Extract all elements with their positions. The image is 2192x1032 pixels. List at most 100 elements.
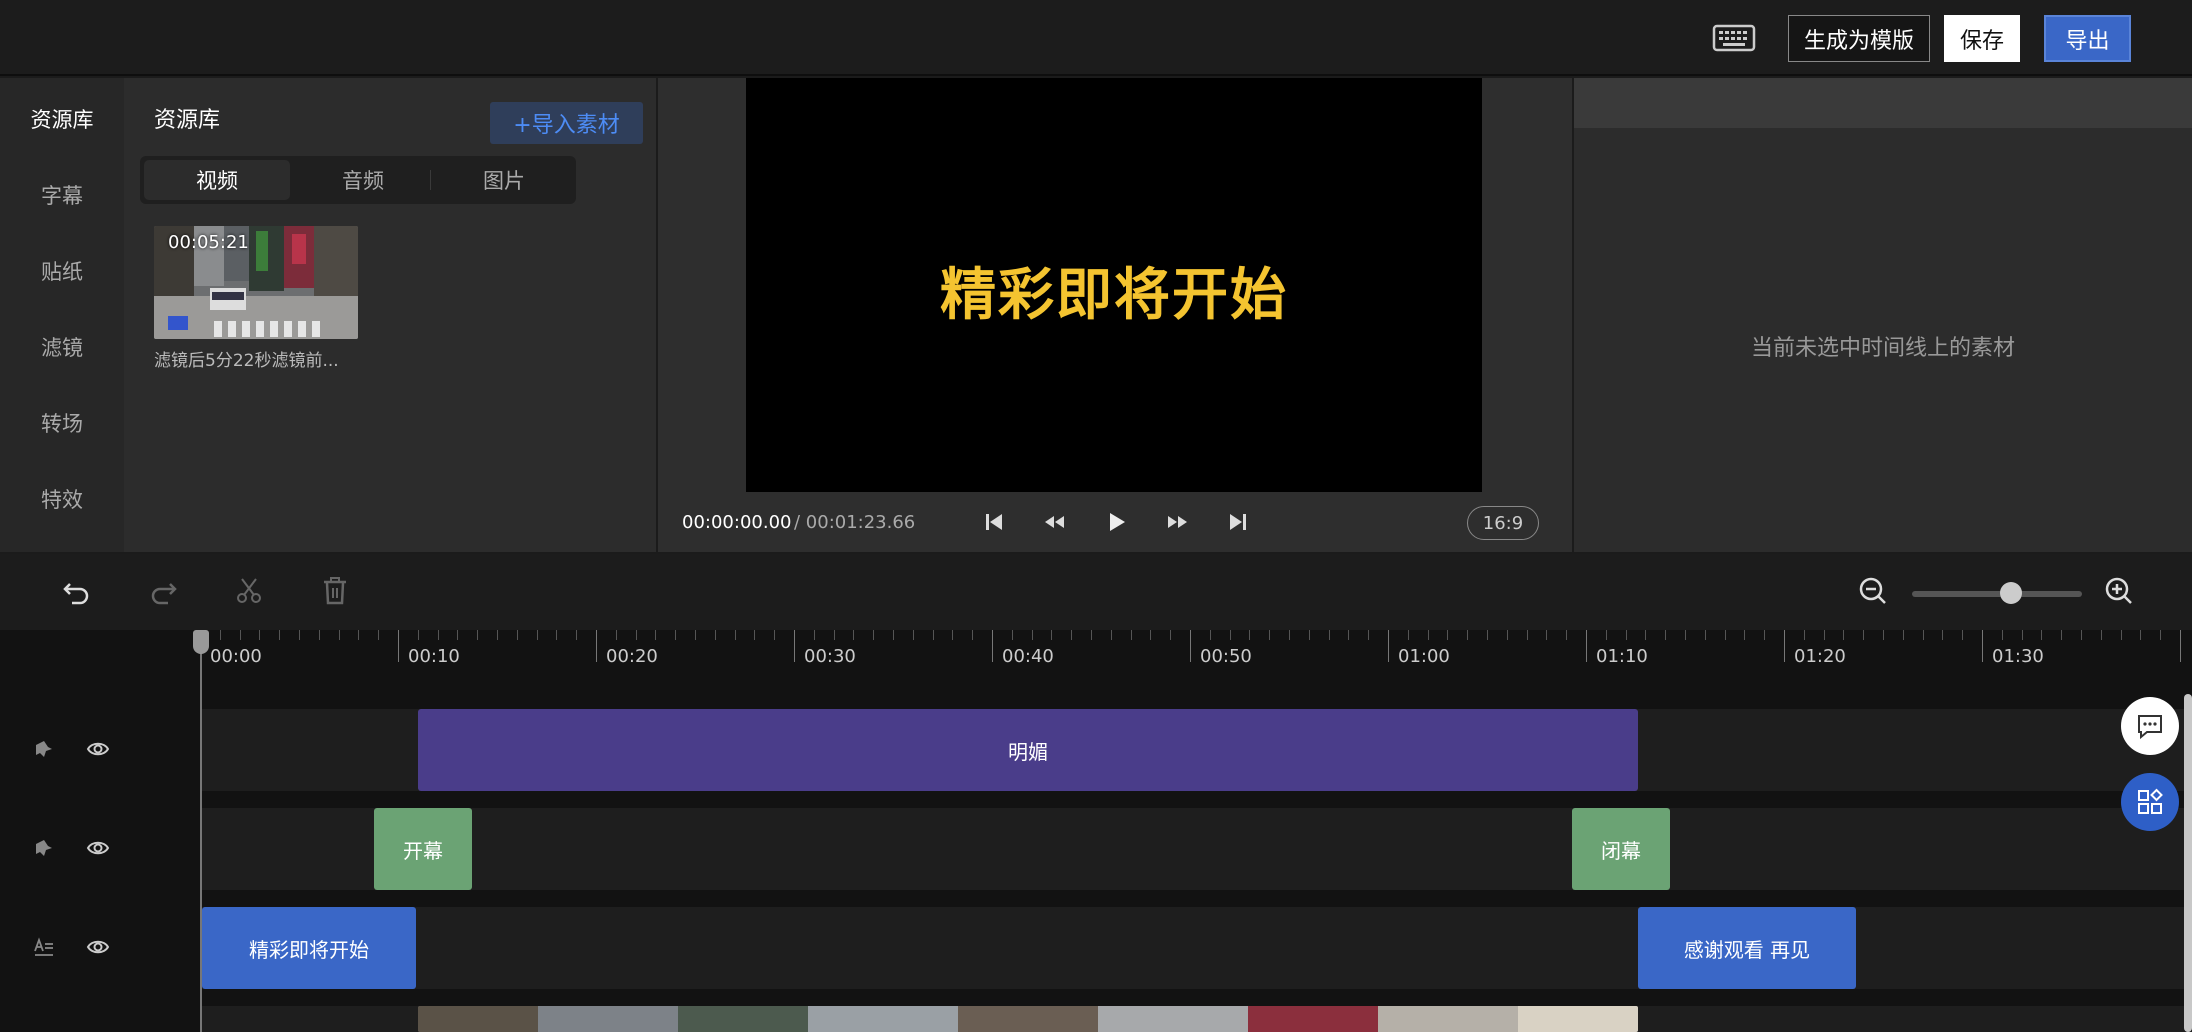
apps-button[interactable] [2121, 773, 2179, 831]
ruler-tick [675, 630, 676, 640]
ruler-tick [576, 630, 577, 640]
ruler-tick [873, 630, 874, 640]
ruler-tick [1428, 630, 1429, 640]
ruler-tick [1467, 630, 1468, 640]
ruler-tick [1348, 630, 1349, 640]
eye-icon[interactable] [86, 935, 110, 959]
fast-forward-icon[interactable] [1164, 508, 1192, 536]
filter-clip[interactable]: 明媚 [418, 709, 1638, 791]
delete-icon[interactable] [318, 574, 352, 608]
ruler-tick [1408, 630, 1409, 640]
ruler-tick [1210, 630, 1211, 640]
ruler-tick [754, 630, 755, 640]
ruler-tick [1150, 630, 1151, 640]
zoom-out-icon[interactable] [1856, 574, 1890, 608]
tab-image[interactable]: 图片 [436, 160, 572, 200]
left-nav: 资源库 字幕 贴纸 滤镜 转场 特效 [0, 78, 124, 552]
ruler-tick [1764, 630, 1765, 640]
zoom-slider[interactable] [1912, 591, 2082, 597]
ruler-tick [1883, 630, 1884, 640]
panel-title: 资源库 [154, 108, 221, 133]
preview-panel: 精彩即将开始 00:00:00.00 / 00:01:23.66 16:9 [658, 78, 1572, 552]
transition-track[interactable]: 开幕 闭幕 [202, 808, 2192, 890]
skip-end-icon[interactable] [1224, 508, 1252, 536]
time-ruler[interactable]: 00:00 00:10 00:20 00:30 00:40 00:50 01:0… [200, 630, 2192, 676]
ruler-tick [1329, 630, 1330, 640]
zoom-slider-handle[interactable] [2000, 582, 2022, 604]
text-track[interactable]: 精彩即将开始 感谢观看 再见 [202, 907, 2192, 989]
video-canvas[interactable]: 精彩即将开始 [746, 78, 1482, 492]
transition-clip-close[interactable]: 闭幕 [1572, 808, 1670, 890]
ruler-tick [972, 630, 973, 640]
ruler-tick [913, 630, 914, 640]
nav-item-subtitles[interactable]: 字幕 [0, 180, 124, 210]
text-clip-outro[interactable]: 感谢观看 再见 [1638, 907, 1856, 989]
keyboard-icon[interactable] [1712, 22, 1756, 54]
eye-icon[interactable] [86, 737, 110, 761]
ruler-tick [774, 630, 775, 640]
ruler-tick [834, 630, 835, 640]
ruler-tick [2081, 630, 2082, 640]
transition-clip-open[interactable]: 开幕 [374, 808, 472, 890]
ruler-tick [1527, 630, 1528, 640]
ruler-tick [438, 630, 439, 640]
text-clip-intro[interactable]: 精彩即将开始 [202, 907, 416, 989]
skip-start-icon[interactable] [980, 508, 1008, 536]
tab-audio[interactable]: 音频 [290, 160, 436, 200]
transition-track-icon [36, 840, 52, 856]
ruler-tick [1071, 630, 1072, 640]
ruler-tick [1111, 630, 1112, 640]
redo-icon[interactable] [146, 574, 180, 608]
ruler-tick [1230, 630, 1231, 640]
cut-icon[interactable] [232, 574, 266, 608]
nav-item-transitions[interactable]: 转场 [0, 408, 124, 438]
generate-template-button[interactable]: 生成为模版 [1788, 15, 1930, 62]
play-icon[interactable] [1102, 508, 1130, 536]
feedback-button[interactable] [2121, 697, 2179, 755]
ruler-tick [1289, 630, 1290, 640]
ruler-tick [636, 630, 637, 640]
ruler-tick [735, 630, 736, 640]
ruler-tick [893, 630, 894, 640]
undo-icon[interactable] [60, 574, 94, 608]
ruler-tick [1487, 630, 1488, 640]
filter-track[interactable]: 明媚 [202, 709, 2192, 791]
playhead-handle[interactable] [193, 630, 209, 654]
video-track[interactable] [202, 1006, 2192, 1032]
ruler-tick [457, 630, 458, 640]
nav-item-effects[interactable]: 特效 [0, 484, 124, 514]
zoom-in-icon[interactable] [2102, 574, 2136, 608]
nav-item-stickers[interactable]: 贴纸 [0, 256, 124, 286]
tab-video[interactable]: 视频 [144, 160, 290, 200]
aspect-ratio-button[interactable]: 16:9 [1467, 506, 1539, 540]
ruler-tick [1685, 630, 1686, 640]
ruler-tick [1626, 630, 1627, 640]
nav-item-library[interactable]: 资源库 [0, 104, 124, 134]
ruler-tick [1923, 630, 1924, 640]
rewind-icon[interactable] [1040, 508, 1068, 536]
nav-item-filters[interactable]: 滤镜 [0, 332, 124, 362]
ruler-tick [2101, 630, 2102, 640]
export-button[interactable]: 导出 [2044, 15, 2131, 62]
media-thumbnail[interactable]: 00:05:21 [154, 226, 358, 339]
ruler-tick [1824, 630, 1825, 640]
playhead[interactable] [200, 630, 202, 1032]
ruler-label: 00:10 [408, 646, 460, 667]
save-button[interactable]: 保存 [1944, 15, 2020, 62]
ruler-tick [1269, 630, 1270, 640]
top-toolbar: 生成为模版 保存 导出 [0, 0, 2192, 76]
ruler-tick [1051, 630, 1052, 640]
ruler-tick [279, 630, 280, 640]
ruler-tick [853, 630, 854, 640]
ruler-tick [1190, 630, 1191, 662]
video-clip[interactable] [418, 1006, 1638, 1032]
ruler-tick [2041, 630, 2042, 640]
ruler-tick [952, 630, 953, 640]
eye-icon[interactable] [86, 836, 110, 860]
timeline-scrollbar[interactable] [2184, 694, 2192, 1032]
ruler-tick [2061, 630, 2062, 640]
ruler-tick [1546, 630, 1547, 640]
ruler-tick [537, 630, 538, 640]
ruler-tick [2121, 630, 2122, 640]
import-media-button[interactable]: +导入素材 [490, 102, 643, 144]
